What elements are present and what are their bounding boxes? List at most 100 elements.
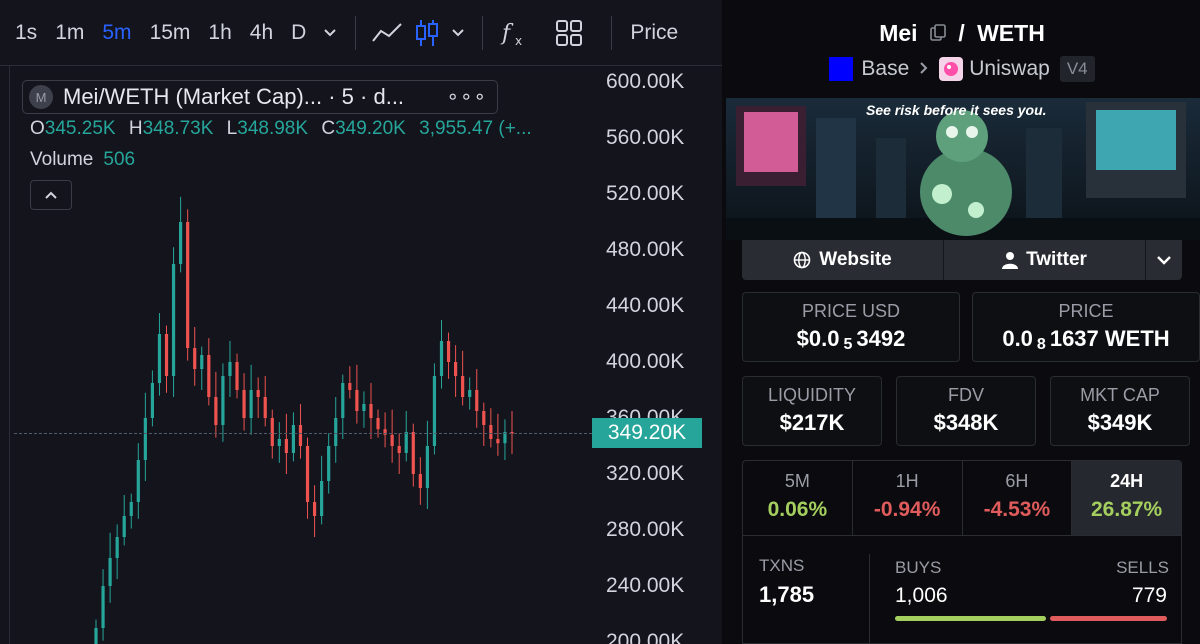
y-tick-label: 600.00K: [606, 70, 685, 93]
candle-body: [94, 628, 98, 644]
change-tab-24h[interactable]: 24H 26.87%: [1072, 461, 1181, 535]
candle-body: [475, 390, 479, 411]
txns-label: TXNS: [759, 556, 805, 575]
candle-body: [432, 376, 437, 446]
candle-body: [418, 474, 422, 488]
indicators-fx-icon[interactable]: fx: [493, 0, 537, 66]
project-banner: See risk before it sees you.: [726, 98, 1200, 240]
pair-separator: /: [958, 20, 965, 46]
sells-label: SELLS: [1116, 558, 1169, 577]
candle-body: [270, 418, 274, 446]
base-chain-icon: [829, 57, 854, 81]
price-change-tabs: 5M 0.06% 1H -0.94% 6H -4.53% 24H 26.87%: [742, 460, 1182, 536]
social-links: Website Twitter: [742, 240, 1182, 280]
quote-symbol: WETH: [977, 20, 1045, 46]
candle-body: [115, 537, 119, 558]
copy-icon[interactable]: [930, 21, 946, 48]
candle-body: [390, 434, 394, 446]
liquidity-card: LIQUIDITY $217K: [742, 376, 882, 446]
open-value: 345.25K: [44, 118, 116, 139]
chart-legend[interactable]: M Mei/WETH (Market Cap)... · 5 · d... ∘∘…: [22, 80, 498, 114]
volume-readout: Volume 506: [30, 149, 135, 171]
liquidity-label: LIQUIDITY: [767, 385, 856, 405]
candle-body: [468, 390, 472, 397]
candle-body: [369, 404, 373, 418]
candle-body: [143, 418, 147, 460]
sells-ratio-bar: [1050, 616, 1167, 621]
candle-body: [439, 341, 444, 376]
candle-body: [171, 264, 176, 376]
change-tab-6h[interactable]: 6H -4.53%: [963, 461, 1073, 535]
candle-body: [312, 502, 317, 516]
mktcap-card: MKT CAP $349K: [1050, 376, 1190, 446]
candle-body: [453, 362, 458, 376]
price-native-card: PRICE 0.0 8 1637 WETH: [972, 292, 1200, 362]
fdv-label: FDV: [948, 385, 984, 405]
buys-value: 1,006: [895, 584, 948, 607]
chain-name[interactable]: Base: [861, 57, 909, 81]
last-price-marker: 349.20K: [592, 418, 702, 449]
twitter-button[interactable]: Twitter: [944, 240, 1146, 280]
chart-pane[interactable]: 1s 1m 5m 15m 1h 4h D fx Price 600.00K 56…: [0, 0, 722, 644]
timeframe-1h[interactable]: 1h: [199, 0, 240, 66]
website-label: Website: [819, 249, 892, 270]
transactions-panel: TXNS 1,785 BUYS SELLS 1,006 779: [742, 536, 1182, 644]
dex-name[interactable]: Uniswap: [969, 57, 1050, 81]
candle-body: [122, 516, 126, 537]
y-tick-label: 200.00K: [606, 630, 685, 644]
change-tab-1h[interactable]: 1H -0.94%: [853, 461, 963, 535]
candle-body: [496, 439, 500, 444]
candle-body: [193, 348, 197, 369]
timeframe-dropdown-icon[interactable]: [315, 0, 345, 66]
volume-value: 506: [103, 149, 136, 170]
low-value: 348.98K: [237, 118, 309, 139]
fdv-card: FDV $348K: [896, 376, 1036, 446]
line-chart-icon[interactable]: [366, 0, 410, 66]
candle-body: [277, 439, 281, 446]
candle-body: [235, 362, 239, 390]
high-key: H: [128, 118, 143, 139]
candle-body: [129, 502, 133, 516]
timeframe-d[interactable]: D: [282, 0, 315, 66]
candle-body: [341, 383, 345, 418]
globe-icon: [793, 251, 811, 269]
price-usd-card: PRICE USD $0.0 5 3492: [742, 292, 960, 362]
candle-body: [249, 390, 253, 418]
candle-body: [355, 390, 359, 411]
candle-body: [242, 390, 246, 418]
timeframe-4h[interactable]: 4h: [241, 0, 282, 66]
candle-body: [263, 397, 267, 418]
candle-body: [446, 341, 451, 362]
price-native-label: PRICE: [1058, 301, 1114, 321]
change-tab-5m[interactable]: 5M 0.06%: [743, 461, 853, 535]
y-tick-label: 400.00K: [606, 350, 685, 373]
buys-label: BUYS: [895, 558, 942, 577]
txns-divider: [869, 554, 870, 644]
candle-body: [362, 404, 366, 411]
more-options-icon[interactable]: ∘∘∘: [446, 84, 487, 109]
candle-body: [348, 383, 352, 390]
website-button[interactable]: Website: [742, 240, 944, 280]
timeframe-1s[interactable]: 1s: [6, 0, 46, 66]
twitter-label: Twitter: [1026, 249, 1087, 270]
more-links-button[interactable]: [1146, 240, 1182, 280]
toolbar-divider: [482, 15, 484, 50]
y-tick-label: 440.00K: [606, 294, 685, 317]
candlestick-icon[interactable]: [410, 0, 444, 66]
price-toggle[interactable]: Price: [630, 21, 678, 45]
chevron-up-icon: [45, 191, 57, 199]
candle-body: [334, 418, 338, 446]
price-native-value: 0.0 8 1637 WETH: [1002, 326, 1170, 353]
uniswap-icon: [939, 57, 964, 81]
candle-body: [136, 460, 140, 502]
layout-grid-icon[interactable]: [537, 0, 601, 66]
collapse-legend-button[interactable]: [30, 180, 72, 210]
timeframe-1m[interactable]: 1m: [46, 0, 93, 66]
chart-type-dropdown-icon[interactable]: [444, 0, 472, 66]
candle-body: [404, 432, 408, 453]
timeframe-15m[interactable]: 15m: [141, 0, 200, 66]
candle-body: [291, 425, 296, 453]
timeframe-5m[interactable]: 5m: [93, 0, 140, 66]
chevron-down-icon: [1157, 256, 1171, 265]
y-tick-label: 280.00K: [606, 518, 685, 541]
